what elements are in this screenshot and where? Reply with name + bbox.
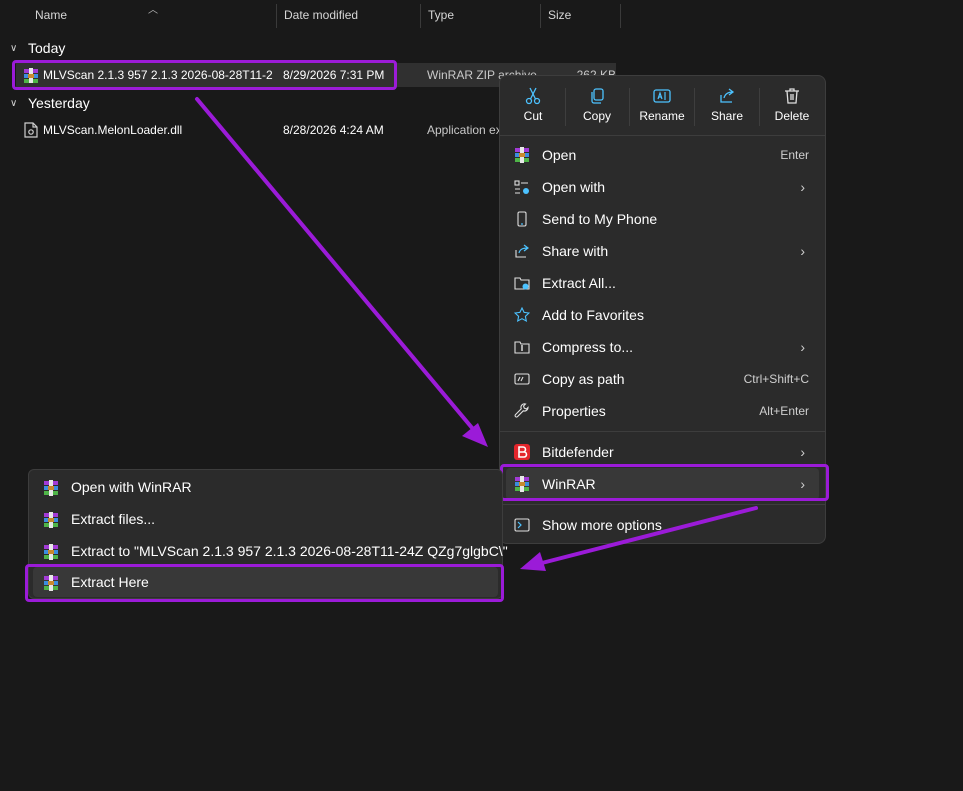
menu-item-open[interactable]: Open Enter	[506, 139, 819, 171]
chevron-down-icon: ∨	[10, 97, 18, 109]
menu-item-compress-to[interactable]: Compress to... ›	[506, 331, 819, 363]
highlight-box-file	[12, 60, 397, 90]
share-label: Share	[710, 109, 744, 123]
highlight-box-winrar	[500, 464, 829, 501]
extract-all-icon	[514, 275, 530, 291]
menu-item-label: Open with	[542, 179, 606, 195]
menu-divider	[500, 504, 825, 505]
menu-item-label: Compress to...	[542, 339, 634, 355]
phone-icon	[514, 211, 530, 227]
open-with-icon	[514, 179, 530, 195]
more-options-icon	[514, 517, 530, 533]
share-with-icon	[514, 243, 530, 259]
group-header-today[interactable]: ∨ Today	[10, 38, 65, 58]
menu-item-copy-as-path[interactable]: Copy as path Ctrl+Shift+C	[506, 363, 819, 395]
menu-item-send-to-phone[interactable]: Send to My Phone	[506, 203, 819, 235]
winrar-icon	[43, 511, 59, 528]
compress-icon	[514, 339, 530, 355]
copy-label: Copy	[582, 109, 611, 123]
menu-item-add-to-favorites[interactable]: Add to Favorites	[506, 299, 819, 331]
group-header-yesterday[interactable]: ∨ Yesterday	[10, 93, 90, 113]
sort-ascending-icon: ︿	[148, 5, 158, 16]
arrow-to-winrar	[195, 97, 488, 447]
share-icon	[696, 85, 758, 107]
group-label: Yesterday	[28, 95, 90, 111]
chevron-right-icon: ›	[800, 179, 805, 195]
winrar-icon	[514, 147, 530, 163]
rename-button[interactable]: Rename	[631, 85, 693, 127]
column-header-name-label: Name	[35, 8, 68, 22]
copy-icon	[566, 85, 628, 107]
copy-button[interactable]: Copy	[566, 85, 628, 127]
menu-item-label: Show more options	[542, 517, 662, 533]
menu-item-share-with[interactable]: Share with ›	[506, 235, 819, 267]
winrar-icon	[43, 479, 59, 496]
column-header-type[interactable]: Type	[421, 0, 540, 30]
submenu-item-open-with-winrar[interactable]: Open with WinRAR	[33, 472, 498, 502]
shortcut-label: Alt+Enter	[759, 404, 809, 418]
rename-icon	[631, 85, 693, 107]
menu-item-label: Extract All...	[542, 275, 616, 291]
chevron-right-icon: ›	[800, 339, 805, 355]
chevron-right-icon: ›	[800, 243, 805, 259]
menu-item-label: Share with	[542, 243, 609, 259]
chevron-down-icon: ∨	[10, 42, 18, 54]
share-button[interactable]: Share	[696, 85, 758, 127]
file-name: MLVScan.MelonLoader.dll	[43, 123, 183, 137]
menu-item-label: Add to Favorites	[542, 307, 644, 323]
delete-label: Delete	[774, 109, 810, 123]
shortcut-label: Enter	[780, 148, 809, 162]
star-icon	[514, 307, 530, 323]
cut-label: Cut	[523, 109, 543, 123]
column-header-size[interactable]: Size	[541, 0, 620, 30]
column-header-size-label: Size	[548, 8, 572, 22]
trash-icon	[761, 85, 823, 107]
shortcut-label: Ctrl+Shift+C	[743, 372, 809, 386]
menu-item-extract-all[interactable]: Extract All...	[506, 267, 819, 299]
dll-file-icon	[24, 122, 38, 138]
column-divider[interactable]	[620, 4, 621, 28]
menu-divider	[500, 431, 825, 432]
group-label: Today	[28, 40, 66, 56]
menu-divider	[500, 135, 825, 136]
column-header-date-label: Date modified	[284, 8, 359, 22]
column-header-type-label: Type	[428, 8, 455, 22]
menu-item-label: Copy as path	[542, 371, 625, 387]
menu-item-label: Open	[542, 147, 577, 163]
menu-item-properties[interactable]: Properties Alt+Enter	[506, 395, 819, 427]
menu-item-show-more-options[interactable]: Show more options	[506, 509, 819, 541]
bitdefender-icon	[514, 444, 530, 460]
cut-button[interactable]: Cut	[502, 85, 564, 127]
menu-item-open-with[interactable]: Open with ›	[506, 171, 819, 203]
wrench-icon	[514, 403, 530, 419]
quick-action-divider	[629, 88, 630, 126]
highlight-box-extract-here	[25, 564, 504, 602]
submenu-item-label: Open with WinRAR	[71, 479, 192, 495]
column-header-date[interactable]: Date modified	[277, 0, 420, 30]
file-date: 8/28/2026 4:24 AM	[283, 123, 384, 137]
quick-action-divider	[694, 88, 695, 126]
menu-item-label: Send to My Phone	[542, 211, 658, 227]
copy-path-icon	[514, 371, 530, 387]
submenu-item-extract-files[interactable]: Extract files...	[33, 504, 498, 534]
menu-item-label: Properties	[542, 403, 606, 419]
scissors-icon	[502, 85, 564, 107]
submenu-item-extract-to-folder[interactable]: Extract to "MLVScan 2.1.3 957 2.1.3 2026…	[33, 536, 508, 566]
file-type: Application ex	[427, 123, 502, 137]
submenu-item-label: Extract to "MLVScan 2.1.3 957 2.1.3 2026…	[71, 543, 508, 559]
rename-label: Rename	[639, 109, 685, 123]
quick-action-divider	[759, 88, 760, 126]
submenu-item-label: Extract files...	[71, 511, 156, 527]
winrar-icon	[43, 543, 59, 560]
delete-button[interactable]: Delete	[761, 85, 823, 127]
